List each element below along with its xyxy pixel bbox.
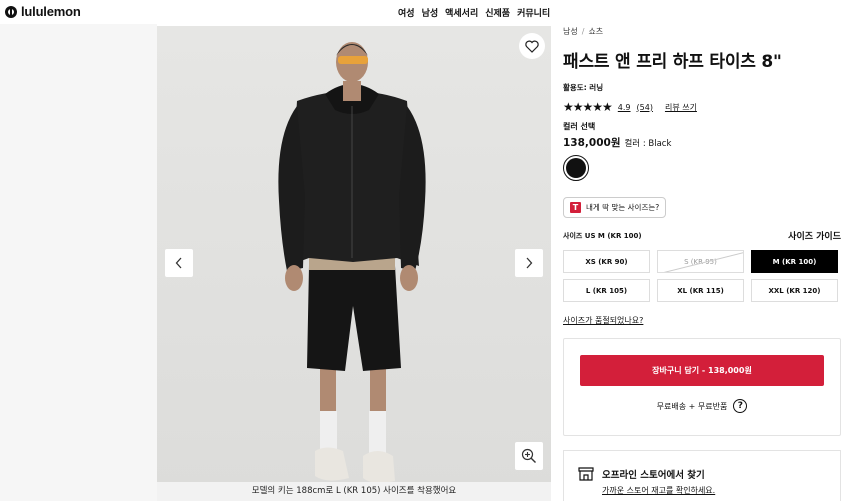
size-grid: XS (KR 90) S (KR 95) M (KR 100) L (KR 10…	[563, 250, 841, 302]
chevron-right-icon	[526, 257, 533, 269]
heart-icon	[525, 40, 539, 53]
product-title: 패스트 앤 프리 하프 타이츠 8"	[563, 52, 782, 72]
chevron-left-icon	[175, 257, 182, 269]
swatch-fill	[566, 158, 586, 178]
site-header: lululemon 여성 남성 액세서리 신제품 커뮤니티	[0, 0, 849, 24]
fit-finder-label: 내게 딱 맞는 사이즈는?	[586, 203, 660, 212]
shipping-text: 무료배송 + 무료반품	[656, 401, 728, 411]
zoom-in-icon	[521, 448, 536, 463]
size-option-xl[interactable]: XL (KR 115)	[657, 279, 744, 302]
cart-box: 장바구니 담기 - 138,000원 무료배송 + 무료반품 ?	[563, 338, 841, 436]
product-image[interactable]	[157, 26, 551, 501]
model-illustration	[157, 26, 551, 501]
nav-item-men[interactable]: 남성	[422, 6, 439, 19]
product-price: 138,000원	[563, 137, 621, 149]
size-option-xs[interactable]: XS (KR 90)	[563, 250, 650, 273]
rating-stars: ★★★★★	[563, 100, 613, 114]
gallery-side-area	[0, 24, 157, 501]
logo[interactable]: lululemon	[5, 4, 81, 19]
wishlist-button[interactable]	[519, 33, 545, 59]
logo-text: lululemon	[21, 4, 81, 19]
selected-color-name: 컬러 : Black	[624, 139, 672, 149]
store-title: 오프라인 스토어에서 찾기	[602, 470, 705, 481]
breadcrumb-shorts[interactable]: 쇼츠	[588, 27, 603, 36]
size-header: 사이즈 US M (KR 100) 사이즈 가이드	[563, 229, 841, 243]
review-count[interactable]: (54)	[637, 103, 653, 112]
rating-row: ★★★★★ 4.9 (54) 리뷰 쓰기	[563, 100, 841, 114]
add-to-cart-button[interactable]: 장바구니 담기 - 138,000원	[580, 355, 824, 386]
lululemon-logo-icon	[5, 5, 17, 18]
fit-finder-button[interactable]: T 내게 딱 맞는 사이즈는?	[563, 197, 667, 218]
size-option-l[interactable]: L (KR 105)	[563, 279, 650, 302]
size-option-s[interactable]: S (KR 95)	[657, 250, 744, 273]
store-icon	[578, 467, 594, 481]
size-option-m[interactable]: M (KR 100)	[751, 250, 838, 273]
model-size-caption: 모델의 키는 188cm로 L (KR 105) 사이즈를 착용했어요	[157, 482, 551, 501]
size-guide-link[interactable]: 사이즈 가이드	[788, 229, 841, 242]
store-subtitle[interactable]: 가까운 스토어 재고를 확인하세요.	[602, 485, 715, 496]
color-select-label: 컬러 선택	[563, 122, 596, 131]
breadcrumb-men[interactable]: 남성	[563, 27, 578, 36]
breadcrumb-separator: /	[581, 27, 585, 36]
zoom-button[interactable]	[515, 442, 543, 470]
fit-finder-icon: T	[570, 202, 581, 213]
store-text: 오프라인 스토어에서 찾기 가까운 스토어 재고를 확인하세요.	[602, 467, 715, 496]
nav-item-community[interactable]: 커뮤니티	[517, 6, 550, 19]
store-finder[interactable]: 오프라인 스토어에서 찾기 가까운 스토어 재고를 확인하세요.	[563, 450, 841, 501]
selected-size-label: 사이즈 US M (KR 100)	[563, 231, 642, 240]
product-details: 남성 / 쇼츠 패스트 앤 프리 하프 타이츠 8" 활용도: 러닝 ★★★★★ 4…	[563, 26, 841, 501]
prev-image-button[interactable]	[165, 249, 193, 277]
breadcrumb: 남성 / 쇼츠	[563, 26, 841, 37]
write-review-link[interactable]: 리뷰 쓰기	[665, 102, 697, 113]
product-activity: 활용도: 러닝	[563, 83, 604, 92]
rating-value[interactable]: 4.9	[618, 103, 631, 112]
shipping-info: 무료배송 + 무료반품 ?	[564, 399, 840, 413]
nav-item-accessories[interactable]: 액세서리	[445, 6, 478, 19]
nav-item-women[interactable]: 여성	[398, 6, 415, 19]
main-nav: 여성 남성 액세서리 신제품 커뮤니티	[398, 6, 550, 19]
nav-item-new[interactable]: 신제품	[485, 6, 510, 19]
size-sold-out-link[interactable]: 사이즈가 품절되었나요?	[563, 315, 841, 326]
color-swatch-black[interactable]	[563, 155, 589, 181]
next-image-button[interactable]	[515, 249, 543, 277]
help-icon[interactable]: ?	[733, 399, 748, 413]
size-option-xxl[interactable]: XXL (KR 120)	[751, 279, 838, 302]
price-row: 138,000원 컬러 : Black	[563, 135, 841, 150]
